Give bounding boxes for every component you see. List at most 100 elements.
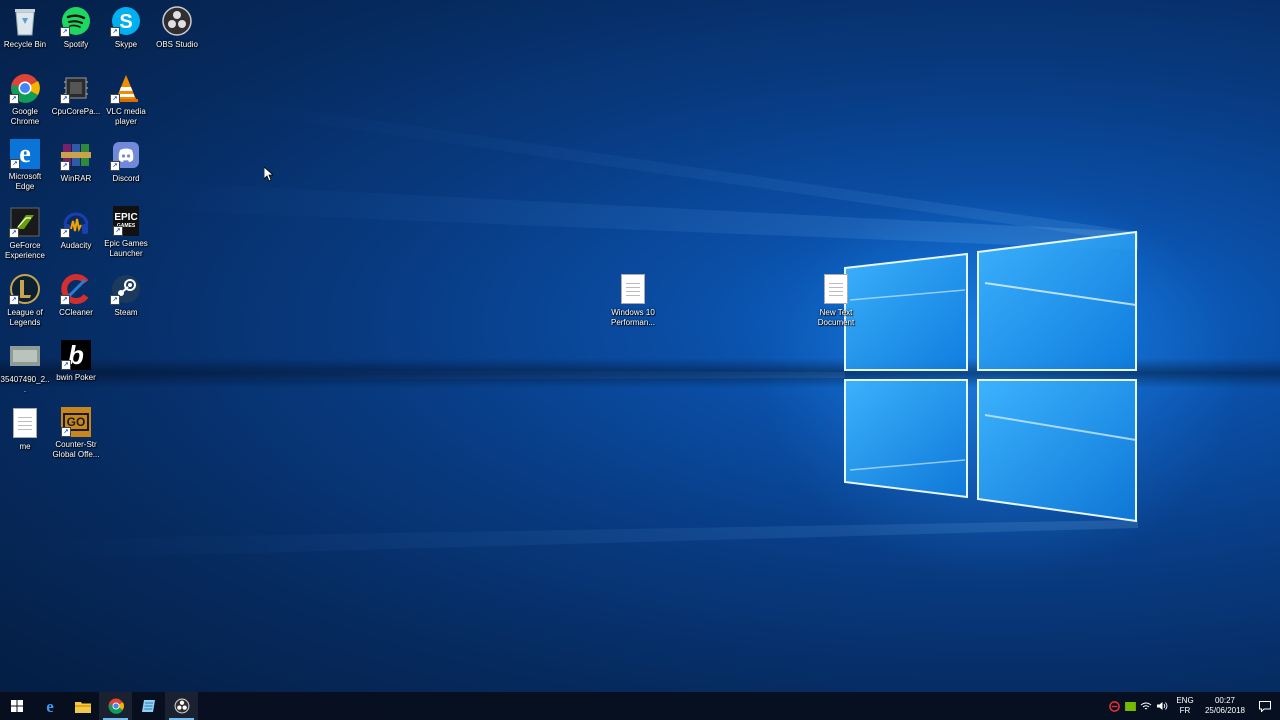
shortcut-arrow-icon: ↗ [9, 295, 19, 305]
epic-logo-text: EPIC [114, 212, 138, 223]
windows10-perf-file[interactable]: Windows 10 Performan... [608, 268, 658, 334]
csgo-icon: GO ↗ [61, 407, 91, 437]
geforce-icon: ↗ [9, 206, 41, 238]
clock-time: 00:27 [1214, 696, 1236, 705]
ccleaner-label: CCleaner [59, 308, 93, 317]
me-file-label: me [19, 442, 31, 451]
tray-network-icon[interactable] [1138, 692, 1154, 720]
taskbar: e ENG FR 00:27 25/06/2018 [0, 692, 1280, 720]
discord-icon: ↗ [110, 139, 142, 171]
discord-label: Discord [112, 174, 140, 183]
epic-games-shortcut[interactable]: EPIC GAMES ↗ Epic Games Launcher [101, 201, 151, 267]
taskbar-chrome-button[interactable] [99, 692, 132, 720]
geforce-experience-label: GeForce Experience [4, 241, 46, 260]
shortcut-arrow-icon: ↗ [60, 228, 70, 238]
tray-nvidia-icon[interactable] [1122, 692, 1138, 720]
spotify-icon: ↗ [60, 5, 92, 37]
vlc-shortcut[interactable]: ↗ VLC media player [101, 67, 151, 133]
start-button[interactable] [0, 692, 33, 720]
new-text-document-label: New Text Document [817, 308, 855, 327]
skype-label: Skype [114, 40, 138, 49]
recycle-bin-label: Recycle Bin [3, 40, 47, 49]
discord-shortcut[interactable]: ↗ Discord [101, 134, 151, 200]
shortcut-arrow-icon: ↗ [9, 228, 19, 238]
shortcut-arrow-icon: ↗ [60, 94, 70, 104]
keyboard-layout: FR [1179, 706, 1191, 715]
league-of-legends-shortcut[interactable]: ↗ League of Legends [0, 268, 50, 334]
audacity-label: Audacity [60, 241, 92, 250]
mouse-cursor-icon [264, 167, 274, 182]
chrome-icon: ↗ [9, 72, 41, 104]
epic-games-label: Epic Games Launcher [104, 239, 148, 258]
edge-icon: e [46, 698, 54, 714]
winrar-books-icon: ↗ [60, 139, 92, 171]
tray-app-icon[interactable] [1106, 692, 1122, 720]
audacity-shortcut[interactable]: ↗ Audacity [51, 201, 101, 267]
svg-text:S: S [119, 11, 132, 33]
shortcut-arrow-icon: ↗ [9, 94, 19, 104]
windows-start-icon [10, 700, 23, 712]
ccleaner-icon: ↗ [60, 273, 92, 305]
steam-shortcut[interactable]: ↗ Steam [101, 268, 151, 334]
shortcut-arrow-icon: ↗ [110, 27, 120, 37]
league-of-legends-label: League of Legends [7, 308, 43, 327]
new-text-document-file[interactable]: New Text Document [811, 268, 861, 334]
shortcut-arrow-icon: ↗ [60, 295, 70, 305]
windows-logo-light [0, 95, 1138, 560]
taskbar-edge-button[interactable]: e [33, 692, 66, 720]
counter-strike-label: Counter-Str Global Offe... [52, 440, 100, 459]
winrar-shortcut[interactable]: ↗ WinRAR [51, 134, 101, 200]
spotify-label: Spotify [63, 40, 89, 49]
steam-label: Steam [114, 308, 138, 317]
shortcut-arrow-icon: ↗ [110, 161, 120, 171]
image-file-label: 35407490_2... [0, 375, 50, 394]
taskbar-obs-button[interactable] [165, 692, 198, 720]
skype-shortcut[interactable]: S ↗ Skype [101, 0, 151, 66]
image-file-item[interactable]: 35407490_2... [0, 335, 50, 401]
cpucorepa-label: CpuCorePa... [51, 107, 101, 116]
bwin-poker-shortcut[interactable]: b ↗ bwin Poker [51, 335, 101, 401]
obs-studio-icon [161, 5, 193, 37]
windows10-perf-label: Windows 10 Performan... [610, 308, 655, 327]
spotify-shortcut[interactable]: ↗ Spotify [51, 0, 101, 66]
clock-date: 25/06/2018 [1204, 706, 1246, 715]
desktop-wallpaper [0, 0, 1280, 720]
system-tray: ENG FR 00:27 25/06/2018 [1106, 692, 1280, 720]
edge-icon: e ↗ [10, 139, 40, 169]
obs-studio-shortcut[interactable]: OBS Studio [152, 0, 202, 66]
shortcut-arrow-icon: ↗ [110, 94, 120, 104]
ccleaner-shortcut[interactable]: ↗ CCleaner [51, 268, 101, 334]
obs-studio-label: OBS Studio [156, 40, 198, 49]
taskbar-file-explorer-button[interactable] [66, 692, 99, 720]
winrar-label: WinRAR [60, 174, 92, 183]
steam-icon: ↗ [110, 273, 142, 305]
google-chrome-shortcut[interactable]: ↗ Google Chrome [0, 67, 50, 133]
shortcut-arrow-icon: ↗ [10, 159, 20, 169]
text-file-icon [617, 273, 649, 305]
taskbar-notepad-button[interactable] [132, 692, 165, 720]
league-of-legends-icon: ↗ [9, 273, 41, 305]
geforce-experience-shortcut[interactable]: ↗ GeForce Experience [0, 201, 50, 267]
notepad-icon [141, 700, 155, 712]
tray-volume-icon[interactable] [1154, 692, 1170, 720]
microsoft-edge-label: Microsoft Edge [8, 172, 42, 191]
text-file-icon [9, 407, 41, 439]
text-file-icon [820, 273, 852, 305]
counter-strike-shortcut[interactable]: GO ↗ Counter-Str Global Offe... [51, 402, 101, 468]
cpucorepa-shortcut[interactable]: ↗ CpuCorePa... [51, 67, 101, 133]
shortcut-arrow-icon: ↗ [61, 427, 71, 437]
obs-studio-icon [174, 698, 189, 714]
me-file-item[interactable]: me [0, 402, 50, 468]
epic-games-icon: EPIC GAMES ↗ [113, 206, 139, 236]
recycle-bin-icon-shortcut[interactable]: Recycle Bin [0, 0, 50, 66]
shortcut-arrow-icon: ↗ [110, 295, 120, 305]
edge-letter: e [19, 139, 31, 168]
input-language-indicator[interactable]: ENG FR [1170, 696, 1200, 716]
shortcut-arrow-icon: ↗ [113, 226, 123, 236]
action-center-button[interactable] [1250, 692, 1280, 720]
svg-text:e: e [46, 698, 54, 714]
shortcut-arrow-icon: ↗ [61, 360, 71, 370]
microsoft-edge-shortcut[interactable]: e ↗ Microsoft Edge [0, 134, 50, 200]
cpu-chip-icon: ↗ [60, 72, 92, 104]
taskbar-clock[interactable]: 00:27 25/06/2018 [1200, 696, 1250, 716]
